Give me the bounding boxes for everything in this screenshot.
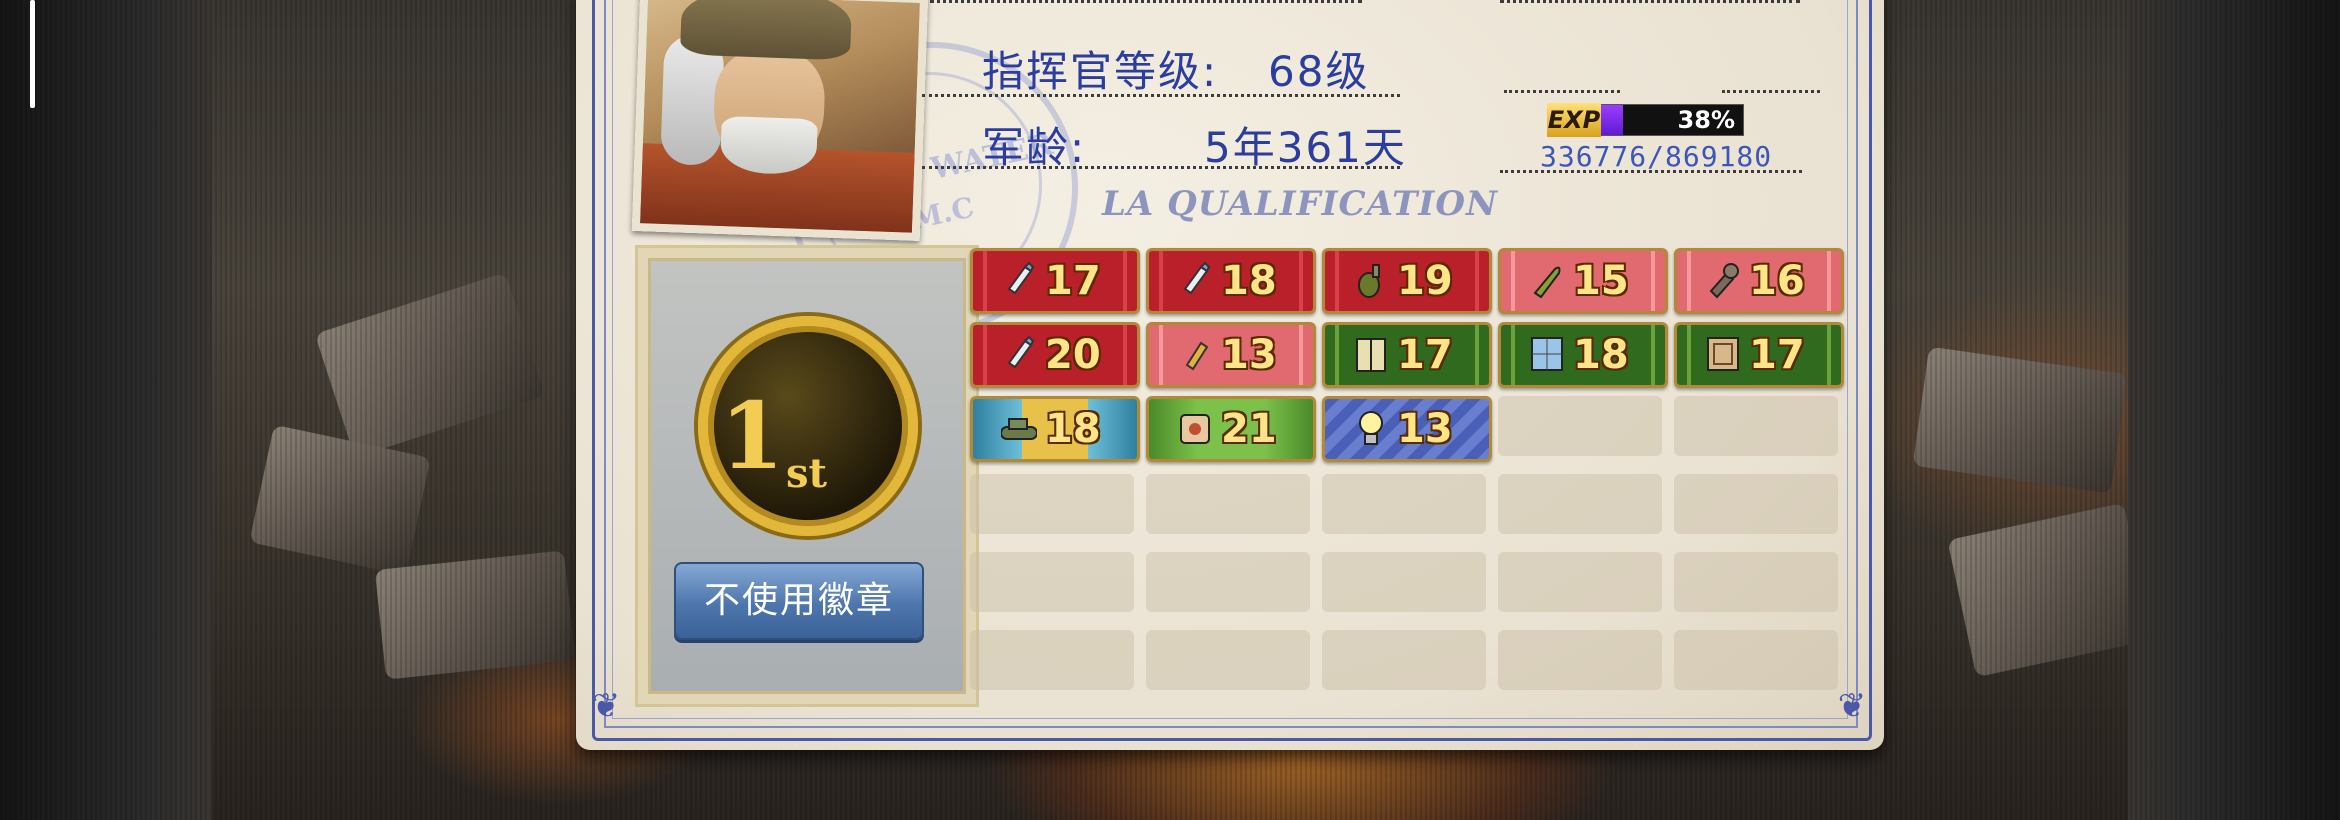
cartridge-icon (1177, 333, 1213, 375)
empty-badge-slot[interactable] (970, 474, 1134, 534)
qualification-title: LA QUALIFICATION (1101, 184, 1499, 224)
scroll-indicator[interactable] (30, 0, 35, 108)
empty-badge-slot[interactable] (1498, 630, 1662, 690)
badge-slot[interactable]: 20 (970, 322, 1140, 388)
divider (930, 0, 1362, 3)
exp-percent: 38% (1677, 106, 1735, 134)
badge-level: 21 (1221, 406, 1277, 452)
fortress-icon (1177, 407, 1213, 449)
empty-badge-slot[interactable] (970, 630, 1134, 690)
badge-slot[interactable]: 15 (1498, 248, 1668, 314)
shell-icon (1529, 259, 1565, 301)
portrait-hat (679, 0, 853, 61)
badge-slot[interactable]: 18 (1146, 248, 1316, 314)
bullet-icon (1177, 259, 1213, 301)
badge-slot[interactable]: 19 (1322, 248, 1492, 314)
no-badge-button[interactable]: 不使用徽章 (674, 562, 924, 640)
badge-level: 19 (1397, 258, 1453, 304)
tank-icon (1000, 407, 1038, 449)
rocket-icon (1705, 259, 1741, 301)
empty-badge-slot[interactable] (970, 552, 1134, 612)
badge-slot[interactable]: 18 (970, 396, 1140, 462)
bullet-icon (1001, 259, 1037, 301)
corner-ornament-icon: ❦ (1837, 686, 1867, 726)
exp-value: 336776/869180 (1540, 140, 1773, 173)
divider (1500, 170, 1802, 173)
empty-badge-slot[interactable] (1146, 552, 1310, 612)
empty-badge-slot[interactable] (1674, 396, 1838, 456)
badge-level: 15 (1573, 258, 1629, 304)
empty-badge-slot[interactable] (1498, 474, 1662, 534)
badge-level: 20 (1045, 332, 1101, 378)
badge-level: 17 (1045, 258, 1101, 304)
bullet-icon (1001, 333, 1037, 375)
badge-level: 17 (1397, 332, 1453, 378)
empty-badge-slot[interactable] (1322, 630, 1486, 690)
commander-level-label: 指挥官等级: (982, 47, 1219, 96)
window-icon (1529, 333, 1565, 375)
badge-slot[interactable]: 21 (1146, 396, 1316, 462)
badge-slot[interactable]: 16 (1674, 248, 1844, 314)
divider (922, 94, 1400, 97)
badge-level: 13 (1221, 332, 1277, 378)
badge-slot[interactable]: 13 (1146, 322, 1316, 388)
divider (1500, 0, 1800, 3)
empty-badge-slot[interactable] (1146, 630, 1310, 690)
badge-slot[interactable]: 18 (1498, 322, 1668, 388)
empty-badge-slot[interactable] (1322, 474, 1486, 534)
empty-badge-slot[interactable] (1674, 552, 1838, 612)
medal-suffix: st (786, 450, 827, 497)
commander-level-value: 68级 (1268, 47, 1370, 96)
commander-portrait[interactable] (631, 0, 929, 241)
crate-icon (1705, 333, 1741, 375)
badge-level: 16 (1749, 258, 1805, 304)
empty-badge-slot[interactable] (1674, 630, 1838, 690)
badge-level: 18 (1045, 406, 1101, 452)
lightbulb-icon (1353, 407, 1389, 449)
grenade-icon (1353, 259, 1389, 301)
badge-level: 18 (1573, 332, 1629, 378)
gate-icon (1353, 333, 1389, 375)
empty-badge-slot[interactable] (1498, 396, 1662, 456)
badge-slot[interactable]: 17 (1674, 322, 1844, 388)
exp-tag: EXP (1547, 103, 1601, 137)
badge-level: 18 (1221, 258, 1277, 304)
corner-ornament-icon: ❦ (591, 686, 621, 726)
badge-slot[interactable]: 17 (1322, 322, 1492, 388)
divider (1504, 90, 1620, 93)
badge-slot[interactable]: 17 (970, 248, 1140, 314)
badge-level: 13 (1397, 406, 1453, 452)
divider (922, 166, 1400, 169)
empty-badge-slot[interactable] (1322, 552, 1486, 612)
empty-badge-slot[interactable] (1674, 474, 1838, 534)
medal-rank: 1 (720, 382, 785, 490)
badge-slot[interactable]: 13 (1322, 396, 1492, 462)
exp-bar: EXP 38% (1547, 103, 1744, 137)
divider (1722, 90, 1820, 93)
empty-badge-slot[interactable] (1498, 552, 1662, 612)
empty-badge-slot[interactable] (1146, 474, 1310, 534)
badge-level: 17 (1749, 332, 1805, 378)
